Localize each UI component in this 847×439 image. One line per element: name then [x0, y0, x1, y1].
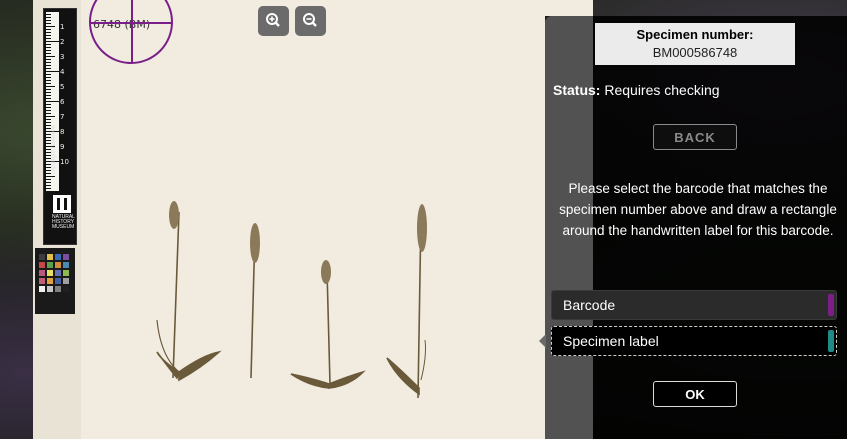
- back-button[interactable]: BACK: [653, 124, 737, 150]
- option-specimen-label[interactable]: Specimen label: [551, 326, 837, 356]
- option-barcode-swatch: [828, 294, 834, 316]
- option-specimen-label-swatch: [828, 330, 834, 352]
- option-barcode[interactable]: Barcode: [551, 290, 837, 320]
- zoom-in-button[interactable]: [258, 6, 289, 36]
- ok-button[interactable]: OK: [653, 381, 737, 407]
- option-barcode-label: Barcode: [563, 297, 616, 313]
- specimen-number-label: Specimen number:: [636, 27, 754, 42]
- status-label: Status:: [553, 82, 601, 98]
- task-instructions: Please select the barcode that matches t…: [559, 181, 837, 238]
- selection-pointer-icon: [539, 334, 546, 348]
- specimen-image[interactable]: 1 2 3 4 5 6 7 8 9 10 copyright reserved NATURAL H…: [33, 0, 593, 439]
- zoom-out-button[interactable]: [295, 6, 326, 36]
- status-line: Status: Requires checking: [553, 82, 720, 98]
- zoom-out-icon: [303, 13, 317, 27]
- specimen-number-box: Specimen number: BM000586748: [595, 23, 795, 65]
- status-value: Requires checking: [604, 82, 720, 98]
- option-specimen-label-text: Specimen label: [563, 333, 659, 349]
- task-panel: Specimen number: BM000586748 Status: Req…: [539, 16, 847, 439]
- specimen-number-value: BM000586748: [652, 45, 738, 60]
- orchid-specimens: [156, 201, 427, 399]
- zoom-in-icon: [266, 13, 280, 27]
